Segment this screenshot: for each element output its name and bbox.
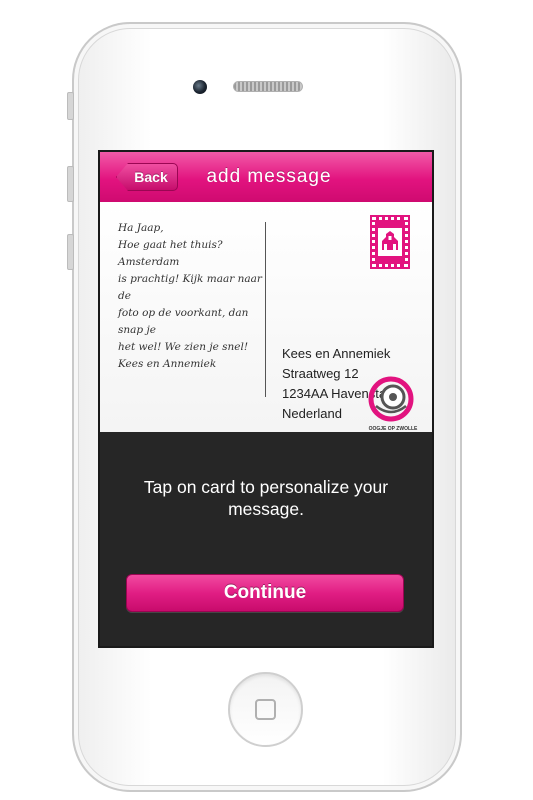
- continue-button[interactable]: Continue: [126, 574, 404, 612]
- stamp-building-icon: [378, 228, 402, 256]
- handwritten-message[interactable]: Ha Jaap, Hoe gaat het thuis? Amsterdam i…: [118, 220, 268, 373]
- address-line: Kees en Annemiek: [282, 346, 391, 361]
- message-line: Hoe gaat het thuis? Amsterdam: [118, 239, 226, 268]
- message-line: Ha Jaap,: [118, 222, 164, 234]
- navigation-bar: Back add message: [100, 152, 432, 203]
- message-line: foto op de voorkant, dan snap je: [118, 307, 252, 336]
- app-screen: Back add message Ha Jaap, Hoe gaat het t…: [98, 150, 434, 648]
- eye-logo-icon: [368, 376, 414, 422]
- earpiece-speaker: [233, 81, 303, 92]
- logo-text: OOGJE OP ZWOLLE: [368, 426, 418, 432]
- home-square-icon: [255, 699, 276, 720]
- postcard[interactable]: Ha Jaap, Hoe gaat het thuis? Amsterdam i…: [100, 202, 432, 432]
- volume-up-button: [67, 166, 74, 202]
- stamp-icon: [370, 215, 410, 269]
- page-title: add message: [206, 166, 332, 187]
- message-line: het wel! We zien je snel!: [118, 341, 249, 353]
- message-line: Kees en Annemiek: [118, 358, 217, 370]
- instruction-text: Tap on card to personalize your message.: [143, 477, 389, 519]
- front-camera-icon: [193, 80, 207, 94]
- volume-down-button: [67, 234, 74, 270]
- card-divider: [265, 222, 266, 397]
- message-line: is prachtig! Kijk maar naar de: [118, 273, 266, 302]
- mute-switch: [67, 92, 74, 120]
- home-button-icon[interactable]: [228, 672, 303, 747]
